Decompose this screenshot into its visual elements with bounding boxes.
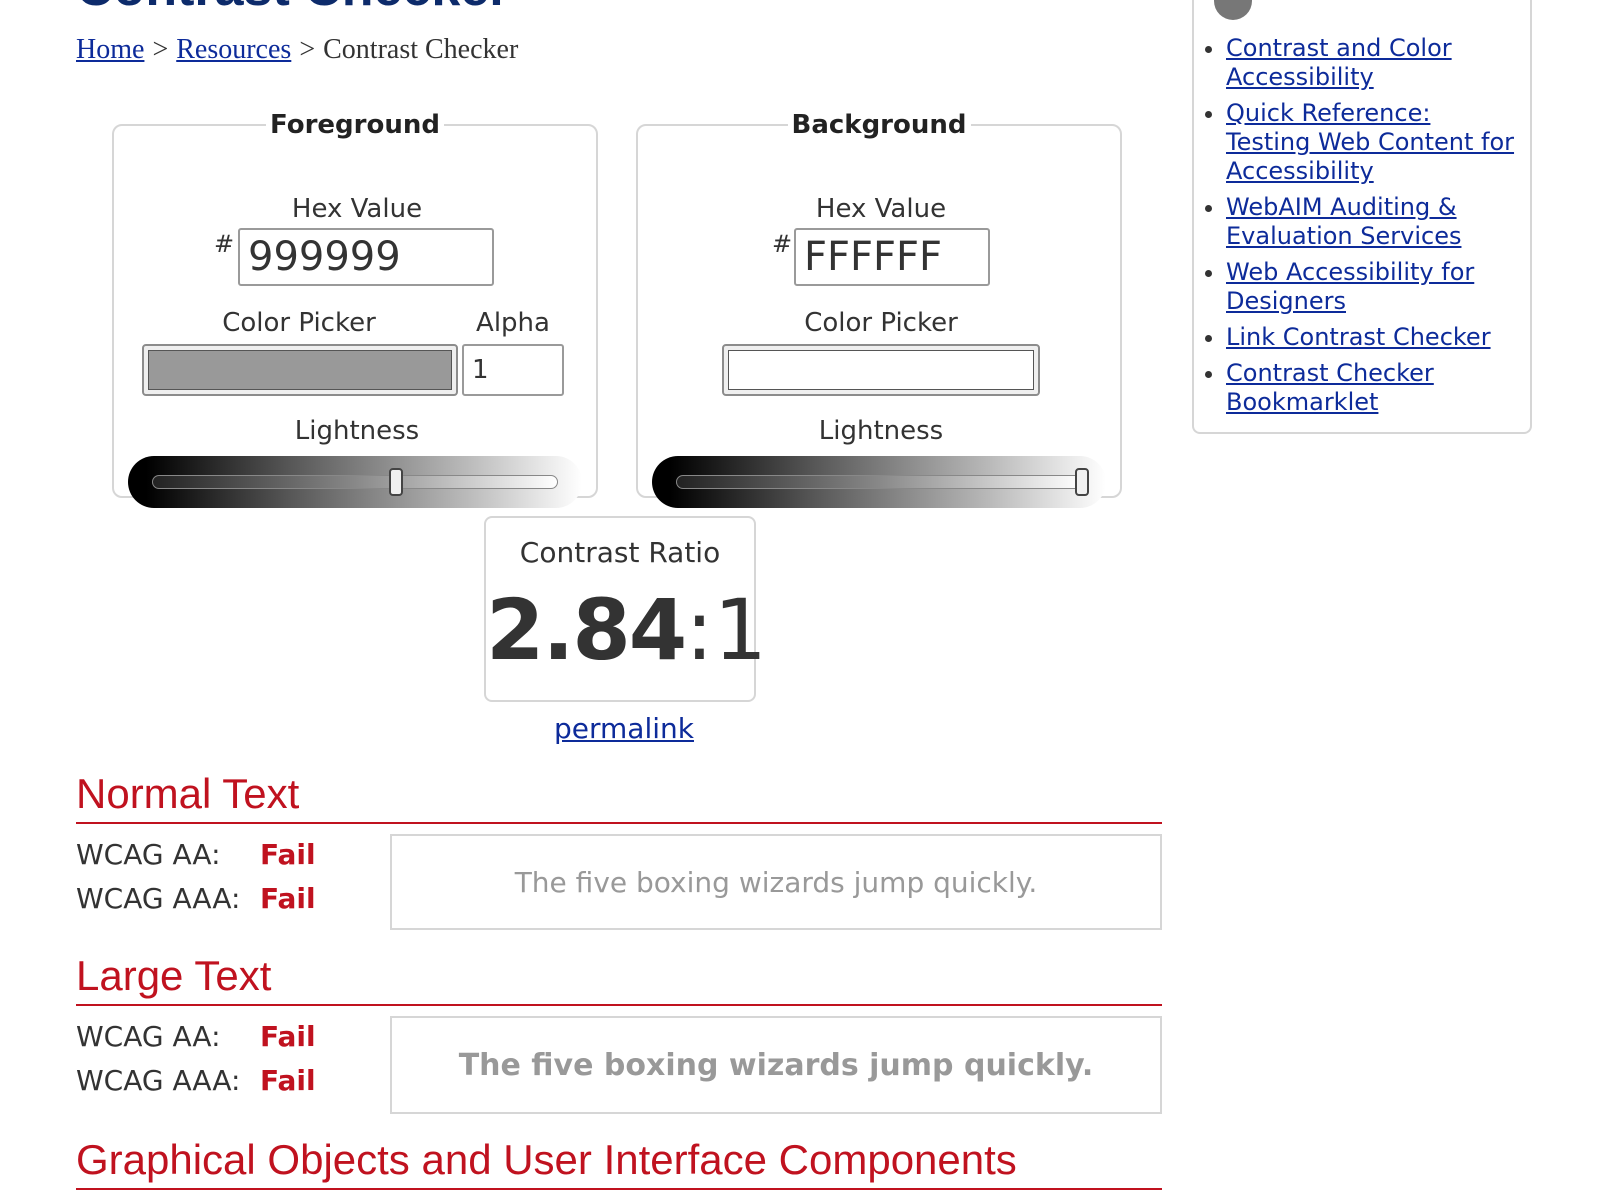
contrast-ratio-number: 2.84 — [486, 581, 687, 679]
shield-icon — [1214, 0, 1252, 20]
sidebar-link-quick-reference[interactable]: Quick Reference: Testing Web Content for… — [1226, 99, 1514, 185]
contrast-ratio-box: Contrast Ratio 2.84:1 — [484, 516, 767, 702]
large-text-aa-label: WCAG AA: — [76, 1020, 221, 1053]
list-item: Link Contrast Checker — [1226, 323, 1516, 352]
background-lightness-slider[interactable] — [652, 456, 1106, 508]
foreground-lightness-track — [152, 475, 558, 489]
background-panel: Background Hex Value # Color Picker Ligh… — [636, 110, 1122, 508]
breadcrumb-current: Contrast Checker — [323, 34, 519, 65]
normal-text-sample-box: The five boxing wizards jump quickly. — [390, 834, 1162, 930]
foreground-lightness-label: Lightness — [294, 416, 420, 446]
sidebar-link-auditing-services[interactable]: WebAIM Auditing & Evaluation Services — [1226, 193, 1461, 250]
foreground-hash-symbol: # — [214, 230, 235, 258]
contrast-ratio-label: Contrast Ratio — [519, 536, 721, 569]
list-item: WebAIM Auditing & Evaluation Services — [1226, 193, 1516, 251]
breadcrumb: Home > Resources > Contrast Checker — [76, 34, 518, 66]
list-item: Web Accessibility for Designers — [1226, 258, 1516, 316]
foreground-color-swatch — [148, 350, 452, 390]
background-lightness-track — [676, 475, 1082, 489]
foreground-hex-label: Hex Value — [291, 194, 423, 224]
normal-text-aa-result: Fail — [260, 838, 316, 871]
normal-text-heading: Normal Text — [76, 770, 300, 817]
background-color-picker-label: Color Picker — [804, 308, 958, 338]
related-resources-sidebar: Contrast and Color Accessibility Quick R… — [1192, 0, 1532, 434]
contrast-ratio-denominator: 1 — [713, 581, 768, 679]
foreground-legend: Foreground — [270, 110, 440, 140]
list-item: Contrast and Color Accessibility — [1226, 34, 1516, 92]
related-links-list: Contrast and Color Accessibility Quick R… — [1194, 34, 1516, 424]
breadcrumb-home-link[interactable]: Home — [76, 34, 144, 65]
contrast-ratio-colon: : — [685, 581, 714, 679]
foreground-lightness-thumb[interactable] — [388, 468, 403, 496]
large-text-sample-box: The five boxing wizards jump quickly. — [390, 1016, 1162, 1114]
permalink-link[interactable]: permalink — [554, 712, 694, 745]
foreground-lightness-slider[interactable] — [128, 456, 582, 508]
page-title: Contrast Checker — [76, 0, 509, 18]
list-item: Contrast Checker Bookmarklet — [1226, 359, 1516, 417]
background-legend: Background — [791, 110, 967, 140]
breadcrumb-resources-link[interactable]: Resources — [176, 34, 291, 65]
normal-text-sample: The five boxing wizards jump quickly. — [514, 865, 1038, 899]
contrast-checker-page: Contrast Checker Home>Resources>Contrast… — [0, 0, 1600, 1200]
foreground-color-picker[interactable] — [142, 344, 458, 396]
background-lightness-thumb[interactable] — [1075, 468, 1089, 496]
large-text-heading: Large Text — [76, 952, 272, 999]
background-hex-label: Hex Value — [815, 194, 947, 224]
background-hex-input[interactable] — [794, 228, 990, 286]
sidebar-link-link-contrast-checker[interactable]: Link Contrast Checker — [1226, 323, 1491, 351]
normal-text-divider — [76, 822, 1162, 824]
foreground-panel: Foreground Hex Value # Color Picker Alph… — [112, 110, 598, 508]
foreground-alpha-input[interactable] — [462, 344, 564, 396]
normal-text-aaa-result: Fail — [260, 882, 316, 915]
background-hash-symbol: # — [772, 230, 793, 258]
large-text-aaa-label: WCAG AAA: — [76, 1064, 241, 1097]
large-text-sample: The five boxing wizards jump quickly. — [458, 1047, 1094, 1083]
background-color-swatch — [728, 350, 1034, 390]
contrast-ratio-value: 2.84:1 — [486, 588, 767, 672]
breadcrumb-separator: > — [152, 34, 169, 65]
breadcrumb-separator: > — [299, 34, 316, 65]
graphical-objects-heading: Graphical Objects and User Interface Com… — [76, 1136, 1017, 1183]
sidebar-link-contrast-checker-bookmarklet[interactable]: Contrast Checker Bookmarklet — [1226, 359, 1434, 416]
foreground-hex-input[interactable] — [238, 228, 494, 286]
large-text-aaa-result: Fail — [260, 1064, 316, 1097]
sidebar-link-contrast-color-accessibility[interactable]: Contrast and Color Accessibility — [1226, 34, 1452, 91]
sidebar-link-accessibility-for-designers[interactable]: Web Accessibility for Designers — [1226, 258, 1474, 315]
large-text-divider — [76, 1004, 1162, 1006]
list-item: Quick Reference: Testing Web Content for… — [1226, 99, 1516, 186]
background-lightness-label: Lightness — [818, 416, 944, 446]
normal-text-aaa-label: WCAG AAA: — [76, 882, 241, 915]
foreground-color-picker-label: Color Picker — [222, 308, 376, 338]
normal-text-aa-label: WCAG AA: — [76, 838, 221, 871]
graphical-objects-divider — [76, 1188, 1162, 1190]
foreground-alpha-label: Alpha — [476, 308, 550, 338]
large-text-aa-result: Fail — [260, 1020, 316, 1053]
background-color-picker[interactable] — [722, 344, 1040, 396]
